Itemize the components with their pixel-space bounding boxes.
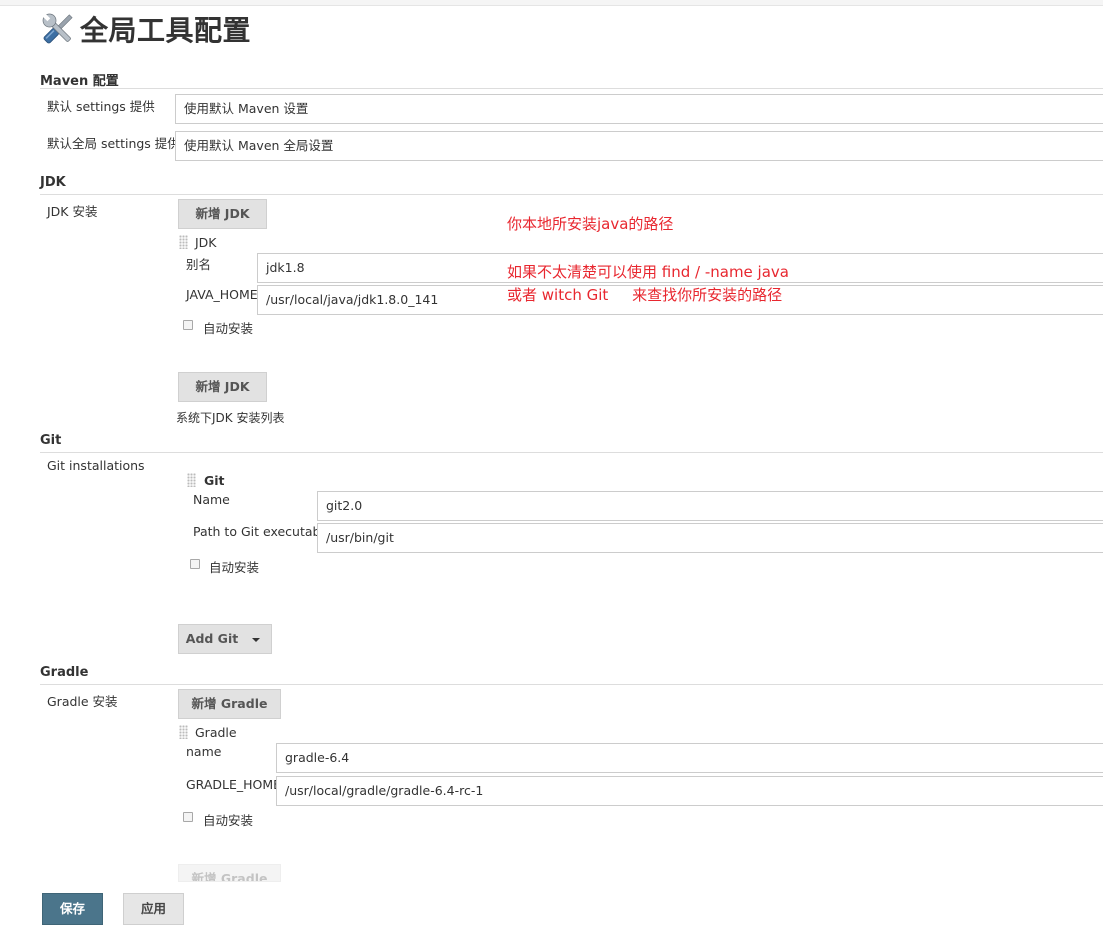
section-divider (40, 88, 1103, 89)
git-auto-install-checkbox[interactable] (190, 559, 200, 569)
maven-global-settings-label: 默认全局 settings 提供 (47, 136, 180, 151)
section-header-git: Git (40, 433, 62, 448)
gradle-name-label: name (186, 744, 222, 759)
section-header-maven: Maven 配置 (40, 74, 119, 89)
section-header-gradle: Gradle (40, 665, 89, 680)
add-gradle-button[interactable]: 新增 Gradle (178, 689, 281, 719)
git-path-input[interactable]: /usr/bin/git (317, 523, 1103, 553)
annotation-find-hint: 如果不太清楚可以使用 find / -name java (507, 263, 789, 281)
drag-handle-icon[interactable] (179, 725, 188, 739)
annotation-which-hint: 或者 witch Git 来查找你所安装的路径 (507, 286, 783, 304)
section-header-jdk: JDK (40, 175, 66, 190)
jdk-item-title: JDK (195, 235, 217, 250)
apply-button[interactable]: 应用 (123, 893, 184, 925)
top-bar (0, 0, 1103, 6)
maven-global-settings-select[interactable]: 使用默认 Maven 全局设置 (175, 131, 1103, 161)
add-jdk-button[interactable]: 新增 JDK (178, 199, 267, 229)
gradle-home-label: GRADLE_HOME (186, 777, 282, 792)
jdk-auto-install-label: 自动安装 (203, 321, 254, 336)
drag-handle-icon[interactable] (187, 473, 196, 487)
save-button[interactable]: 保存 (42, 893, 103, 925)
add-git-label: Add Git (185, 631, 239, 646)
git-name-label: Name (193, 492, 230, 507)
git-item-title: Git (204, 473, 225, 488)
wrench-screwdriver-icon (42, 13, 73, 44)
section-divider (40, 194, 1103, 195)
jdk-install-label: JDK 安装 (47, 204, 98, 219)
git-auto-install-label: 自动安装 (209, 560, 260, 575)
jdk-list-caption: 系统下JDK 安装列表 (176, 411, 285, 425)
gradle-home-input[interactable]: /usr/local/gradle/gradle-6.4-rc-1 (276, 776, 1103, 806)
section-divider (40, 452, 1103, 453)
add-jdk-button-bottom[interactable]: 新增 JDK (178, 372, 267, 402)
section-divider (40, 684, 1103, 685)
page-title: 全局工具配置 (80, 14, 252, 47)
git-installations-label: Git installations (47, 458, 145, 473)
annotation-java-path: 你本地所安装java的路径 (507, 215, 674, 233)
java-home-label: JAVA_HOME (186, 287, 258, 302)
gradle-auto-install-label: 自动安装 (203, 813, 254, 828)
add-git-dropdown-button[interactable]: Add Git (178, 624, 272, 654)
jdk-auto-install-checkbox[interactable] (183, 320, 193, 330)
git-path-label: Path to Git executable (193, 524, 332, 539)
chevron-down-icon (252, 637, 261, 642)
page-header: 全局工具配置 (38, 8, 251, 50)
gradle-name-input[interactable]: gradle-6.4 (276, 743, 1103, 773)
add-gradle-button-bottom[interactable]: 新增 Gradle (178, 864, 281, 882)
git-name-input[interactable]: git2.0 (317, 491, 1103, 521)
drag-handle-icon[interactable] (179, 235, 188, 249)
jdk-alias-label: 别名 (186, 257, 212, 272)
gradle-install-label: Gradle 安装 (47, 694, 118, 709)
gradle-auto-install-checkbox[interactable] (183, 812, 193, 822)
maven-settings-select[interactable]: 使用默认 Maven 设置 (175, 94, 1103, 124)
gradle-item-title: Gradle (195, 725, 237, 740)
maven-settings-label: 默认 settings 提供 (47, 99, 155, 114)
